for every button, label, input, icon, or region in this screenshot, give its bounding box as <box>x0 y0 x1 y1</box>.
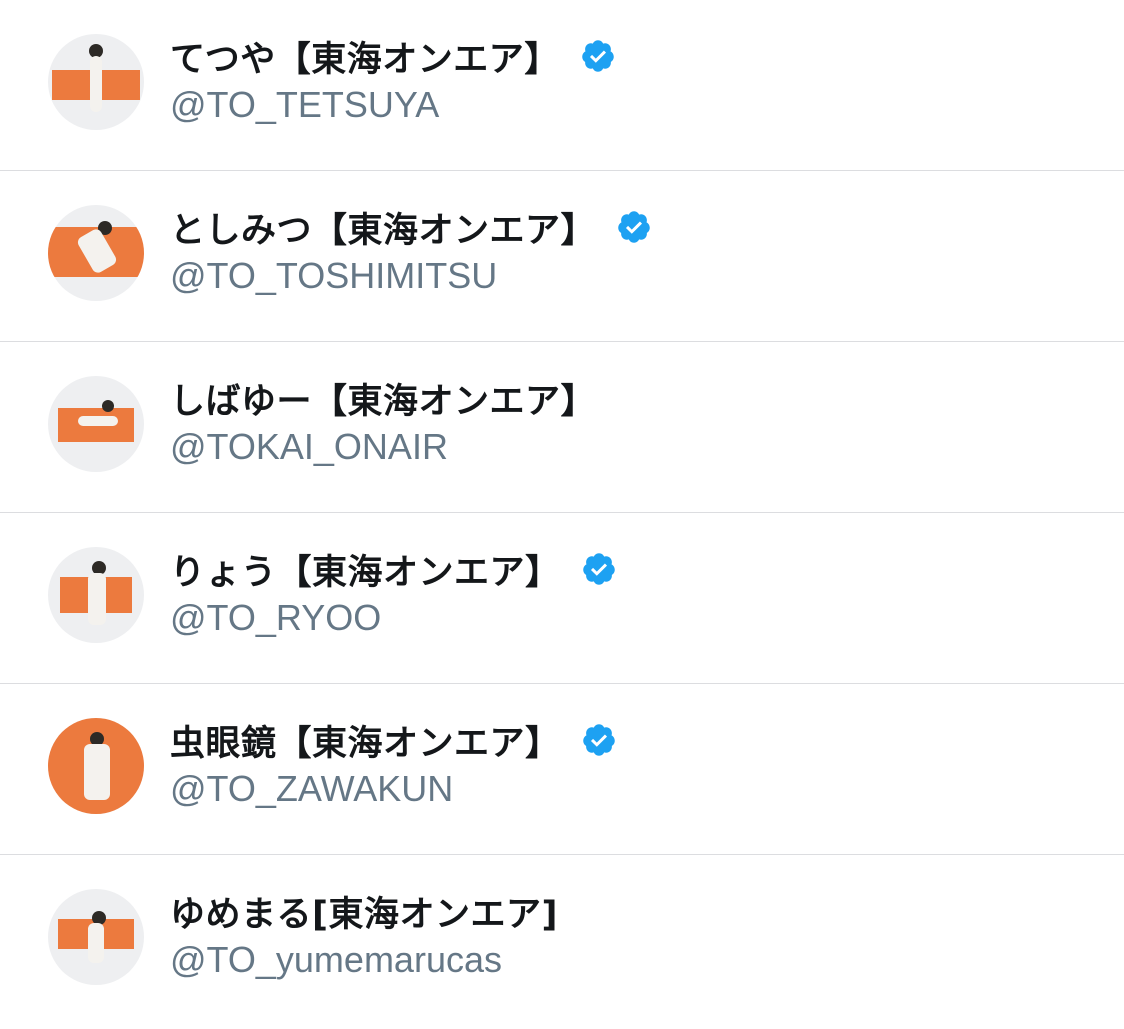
verified-badge-icon <box>618 211 650 243</box>
display-name[interactable]: ゆめまる[東海オンエア] <box>170 886 558 937</box>
display-name[interactable]: しばゆー【東海オンエア】 <box>170 373 596 424</box>
avatar[interactable] <box>48 376 144 472</box>
account-row[interactable]: しばゆー【東海オンエア】 @TOKAI_ONAIR <box>0 342 1124 513</box>
avatar[interactable] <box>48 889 144 985</box>
avatar[interactable] <box>48 547 144 643</box>
handle[interactable]: @TO_yumemarucas <box>170 939 502 981</box>
display-name[interactable]: 虫眼鏡【東海オンエア】 <box>170 715 561 766</box>
account-list: てつや【東海オンエア】 @TO_TETSUYA としみつ【東海オンエア】 @TO… <box>0 0 1124 1029</box>
handle[interactable]: @TOKAI_ONAIR <box>170 426 448 468</box>
account-row[interactable]: 虫眼鏡【東海オンエア】 @TO_ZAWAKUN <box>0 684 1124 855</box>
account-row[interactable]: としみつ【東海オンエア】 @TO_TOSHIMITSU <box>0 171 1124 342</box>
account-row[interactable]: ゆめまる[東海オンエア] @TO_yumemarucas <box>0 855 1124 1026</box>
handle[interactable]: @TO_RYOO <box>170 597 381 639</box>
display-name-line: りょう【東海オンエア】 <box>170 544 617 595</box>
display-name-line: ゆめまる[東海オンエア] <box>170 886 558 937</box>
display-name-line: 虫眼鏡【東海オンエア】 <box>170 715 617 766</box>
avatar[interactable] <box>48 34 144 130</box>
avatar[interactable] <box>48 205 144 301</box>
handle[interactable]: @TO_TOSHIMITSU <box>170 255 497 297</box>
account-row[interactable]: てつや【東海オンエア】 @TO_TETSUYA <box>0 0 1124 171</box>
display-name-line: しばゆー【東海オンエア】 <box>170 373 596 424</box>
display-name-line: てつや【東海オンエア】 <box>170 31 616 82</box>
account-row[interactable]: りょう【東海オンエア】 @TO_RYOO <box>0 513 1124 684</box>
display-name[interactable]: りょう【東海オンエア】 <box>170 544 561 595</box>
display-name-line: としみつ【東海オンエア】 <box>170 202 652 253</box>
verified-badge-icon <box>582 553 615 585</box>
verified-badge-icon <box>582 724 615 756</box>
avatar[interactable] <box>48 718 144 814</box>
display-name[interactable]: てつや【東海オンエア】 <box>170 31 560 82</box>
display-name[interactable]: としみつ【東海オンエア】 <box>170 202 596 253</box>
handle[interactable]: @TO_ZAWAKUN <box>170 768 453 810</box>
handle[interactable]: @TO_TETSUYA <box>170 84 439 126</box>
verified-badge-icon <box>582 40 614 72</box>
